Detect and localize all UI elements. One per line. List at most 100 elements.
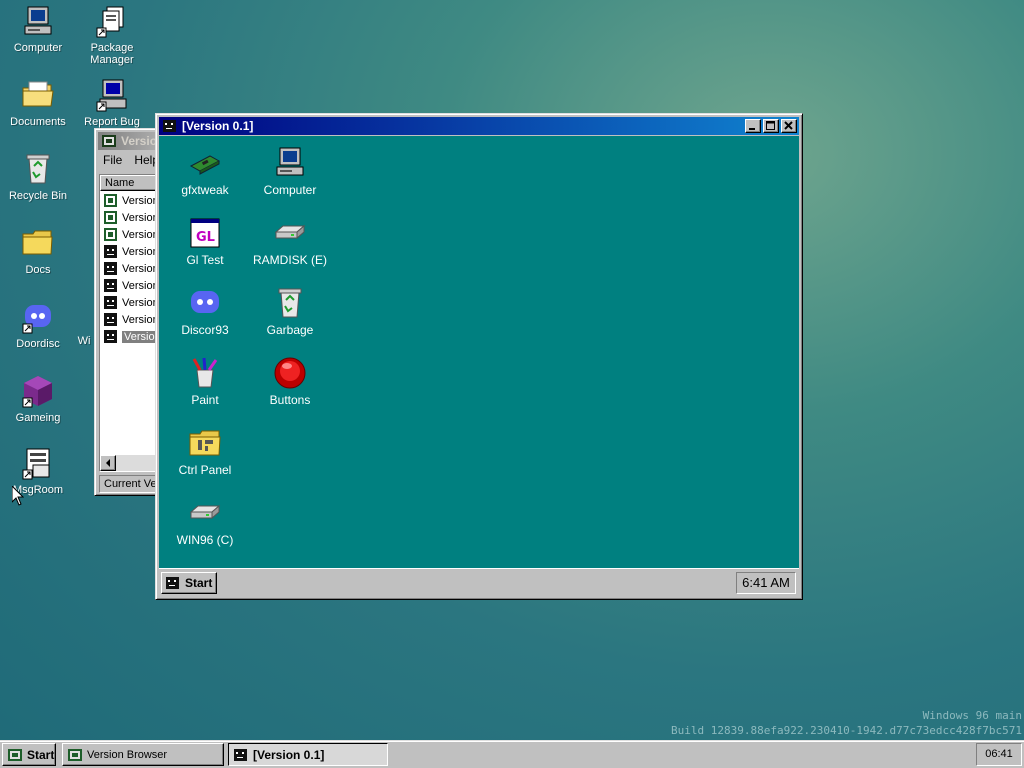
list-item-label: Version [122, 245, 159, 258]
version-window-titlebar[interactable]: [Version 0.1] [159, 117, 799, 135]
doordisc-icon [21, 300, 55, 334]
menu-file[interactable]: File [99, 153, 128, 167]
inner-icon-paint[interactable]: Paint [165, 356, 245, 407]
desktop-icon-docs[interactable]: Docs [0, 226, 76, 276]
desktop-icon-report-bug[interactable]: Report Bug [74, 78, 150, 128]
task-label: Version Browser [87, 748, 168, 761]
inner-icon-buttons[interactable]: Buttons [250, 356, 330, 407]
watermark-line-1: Windows 96 main [922, 709, 1022, 722]
documents-folder-icon [21, 78, 55, 112]
build-watermark: Windows 96 main Build 12839.88efa922.230… [671, 708, 1022, 738]
ctrl-panel-icon [188, 426, 222, 460]
desktop-icon-documents[interactable]: Documents [0, 78, 76, 128]
inner-icon-label: Paint [191, 393, 219, 407]
inner-icon-discor93[interactable]: Discor93 [165, 286, 245, 337]
inner-icon-label: WIN96 (C) [176, 533, 234, 547]
inner-icon-label: Computer [263, 183, 317, 197]
version-window-title: [Version 0.1] [182, 119, 254, 133]
paint-icon [188, 356, 222, 390]
computer-icon [273, 146, 307, 180]
desktop-icon-label: Computer [13, 42, 63, 54]
win96-logo-icon [102, 135, 116, 147]
cat-logo-icon [104, 296, 117, 309]
cat-logo-icon [166, 577, 179, 589]
inner-icon-gl-test[interactable]: GL Gl Test [165, 216, 245, 267]
list-item-label: Version [122, 228, 159, 241]
arrow-left-icon [106, 459, 110, 467]
cat-logo-icon [104, 279, 117, 292]
desktop-icon-recycle-bin[interactable]: Recycle Bin [0, 152, 76, 202]
cat-logo-icon [104, 330, 117, 343]
desktop-icon-computer[interactable]: Computer [0, 4, 76, 54]
cat-logo-icon [163, 120, 176, 132]
computer-icon [21, 4, 55, 38]
list-item-label: Version [122, 296, 159, 309]
list-item-label: Version [122, 313, 159, 326]
win96-drive-icon [188, 496, 222, 530]
list-item-label: Version [122, 194, 159, 207]
win96-logo-icon [8, 748, 22, 761]
gameing-icon [21, 374, 55, 408]
start-button[interactable]: Start [2, 743, 56, 766]
cat-logo-icon [104, 313, 117, 326]
ramdisk-drive-icon [273, 216, 307, 250]
inner-icon-label: gfxtweak [181, 183, 229, 197]
discor93-icon [188, 286, 222, 320]
list-item-label: Version [122, 211, 159, 224]
win96-logo-icon [104, 228, 117, 241]
inner-icon-label: Garbage [266, 323, 314, 337]
package-manager-icon [95, 4, 129, 38]
cat-logo-icon [234, 748, 247, 761]
docs-folder-icon [21, 226, 55, 260]
inner-icon-label: Discor93 [181, 323, 229, 337]
cat-logo-icon [104, 245, 117, 258]
list-item-label: Version [122, 279, 159, 292]
svg-text:GL: GL [196, 230, 215, 245]
inner-taskbar: Start 6:41 AM [159, 568, 799, 596]
maximize-button[interactable] [763, 119, 779, 133]
desktop-icon-package-manager[interactable]: Package Manager [74, 4, 150, 66]
garbage-icon [273, 286, 307, 320]
close-button[interactable] [781, 119, 797, 133]
win96-logo-icon [68, 748, 82, 761]
gfxtweak-icon [188, 146, 222, 180]
desktop-icon-label: Gameing [15, 412, 61, 424]
minimize-button[interactable] [745, 119, 761, 133]
task-button-version-browser[interactable]: Version Browser [62, 743, 224, 766]
gl-test-icon: GL [188, 216, 222, 250]
version-window[interactable]: [Version 0.1] gfxtweak Computer GL Gl Te… [155, 113, 803, 600]
inner-icon-label: Buttons [269, 393, 311, 407]
mouse-cursor [11, 484, 25, 509]
inner-icon-garbage[interactable]: Garbage [250, 286, 330, 337]
taskbar-clock: 06:41 [976, 743, 1022, 766]
inner-icon-computer[interactable]: Computer [250, 146, 330, 197]
inner-icon-win96[interactable]: WIN96 (C) [165, 496, 245, 547]
maximize-icon [766, 121, 775, 130]
inner-start-button[interactable]: Start [161, 572, 217, 594]
inner-icon-gfxtweak[interactable]: gfxtweak [165, 146, 245, 197]
cat-logo-icon [104, 262, 117, 275]
inner-icon-ctrl-panel[interactable]: Ctrl Panel [165, 426, 245, 477]
watermark-line-2: Build 12839.88efa922.230410-1942.d77c73e… [671, 724, 1022, 737]
desktop-icon-gameing[interactable]: Gameing [0, 374, 76, 424]
start-label: Start [27, 747, 55, 762]
list-item-label: Version [122, 262, 159, 275]
recycle-bin-icon [21, 152, 55, 186]
desktop-icon-label: Report Bug [84, 116, 140, 128]
buttons-icon [273, 356, 307, 390]
win96-logo-icon [104, 211, 117, 224]
task-button-version-window[interactable]: [Version 0.1] [228, 743, 388, 766]
task-label: [Version 0.1] [253, 747, 325, 762]
desktop-icon-label: Documents [10, 116, 66, 128]
inner-icon-label: Ctrl Panel [178, 463, 232, 477]
inner-icon-label: Gl Test [186, 253, 224, 267]
inner-icon-ramdisk[interactable]: RAMDISK (E) [250, 216, 330, 267]
desktop-icon-label: Package Manager [90, 42, 134, 66]
inner-icon-label: RAMDISK (E) [252, 253, 327, 267]
msgroom-icon [21, 446, 55, 480]
desktop-icon-label: Recycle Bin [8, 190, 68, 202]
report-bug-icon [95, 78, 129, 112]
inner-desktop: gfxtweak Computer GL Gl Test RAMDISK (E)… [159, 136, 799, 568]
close-icon [784, 121, 793, 130]
scroll-left-button[interactable] [100, 455, 116, 471]
